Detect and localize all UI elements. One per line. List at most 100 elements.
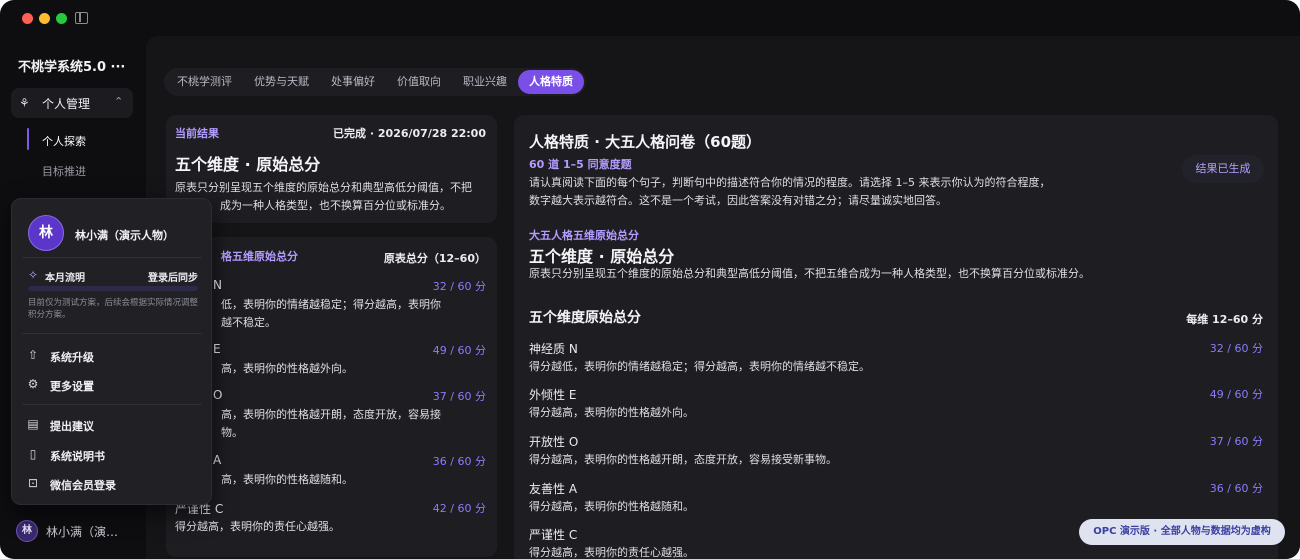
manual-icon: ▯	[29, 447, 37, 461]
maximize-window-button[interactable]	[56, 13, 67, 24]
dim-name: 友善性 A	[529, 482, 578, 496]
tab-strengths[interactable]: 优势与天赋	[243, 70, 320, 94]
divider	[22, 333, 202, 334]
feedback-icon: ▤	[27, 417, 39, 431]
section-desc: 原表只分别呈现五个维度的原始总分和典型高低分阈值，不把五维合成为一种人格类型，也…	[529, 267, 1090, 280]
dim-letter: O	[213, 388, 223, 402]
dim-score: 42 / 60 分	[432, 502, 486, 515]
dim-desc: 高，表明你的性格越开朗，态度开放，容易接	[221, 408, 441, 421]
lock-icon: ⊡	[27, 476, 39, 490]
user-name: 林小满（演…	[46, 525, 119, 539]
menu-item-wechat-login[interactable]: ⊡ 微信会员登录	[26, 474, 200, 496]
demo-badge: OPC 演示版 · 全部人物与数据均为虚构	[1079, 519, 1285, 545]
dim-desc: 高，表明你的性格越随和。	[221, 473, 353, 486]
scores-card: 格五维原始总分 原表总分（12–60） N 32 / 60 分 低，表明你的情绪…	[166, 237, 497, 557]
popover-user-name: 林小满（演示人物）	[75, 229, 174, 242]
avatar: 林	[28, 215, 64, 251]
dim-score: 49 / 60 分	[1209, 388, 1263, 401]
dim-desc: 得分越高，表明你的性格越外向。	[529, 406, 694, 419]
sidebar-toggle-icon[interactable]	[75, 12, 88, 24]
app-window: 不桃学系统5.0 ··· ⚘ 个人管理 ⌄ 个人探索 目标推进 林 林小满（演……	[0, 0, 1300, 559]
close-window-button[interactable]	[22, 13, 33, 24]
dim-letter: E	[213, 342, 221, 356]
dim-desc: 低，表明你的情绪越稳定；得分越高，表明你	[221, 298, 441, 311]
gear-icon: ⚙	[27, 377, 39, 391]
menu-item-label: 提出建议	[50, 420, 94, 433]
dim-score: 37 / 60 分	[432, 390, 486, 403]
chevron-up-icon: ⌄	[114, 94, 124, 107]
menu-item-label: 系统说明书	[50, 450, 105, 463]
section-title: 五个维度 · 原始总分	[529, 247, 675, 266]
dim-name: 神经质 N	[529, 342, 578, 356]
tab-bar: 不桃学测评 优势与天赋 处事偏好 价值取向 职业兴趣 人格特质	[164, 68, 586, 96]
tab-preferences[interactable]: 处事偏好	[320, 70, 386, 94]
main-content: 不桃学测评 优势与天赋 处事偏好 价值取向 职业兴趣 人格特质 当前结果 已完成…	[146, 36, 1300, 559]
dim-desc: 越不稳定。	[221, 316, 276, 329]
status-badge: 结果已生成	[1182, 155, 1264, 183]
dim-desc: 得分越高，表明你的性格越开朗，态度开放，容易接受新事物。	[529, 453, 837, 466]
tab-assessment[interactable]: 不桃学测评	[166, 70, 243, 94]
upgrade-arrow-icon: ⇧	[27, 348, 39, 362]
current-result-label: 当前结果	[175, 127, 219, 140]
scores-range: 原表总分（12–60）	[383, 252, 486, 265]
dim-score: 36 / 60 分	[1209, 482, 1263, 495]
current-result-card: 当前结果 已完成 · 2026/07/28 22:00 五个维度 · 原始总分 …	[166, 115, 497, 223]
dim-letter: N	[213, 278, 222, 292]
flow-progress-bar	[28, 286, 198, 291]
title-bar	[0, 0, 1300, 36]
tab-career[interactable]: 职业兴趣	[452, 70, 518, 94]
avatar: 林	[16, 520, 38, 542]
menu-item-manual[interactable]: ▯ 系统说明书	[26, 445, 200, 467]
divider	[22, 404, 202, 405]
dim-name: 外倾性 E	[529, 388, 577, 402]
questionnaire-card: 人格特质 · 大五人格问卷（60题） 60 道 1–5 同意度题 结果已生成 请…	[514, 115, 1278, 559]
flow-note: 目前仅为测试方案，后续会根据实际情况调整积分方案。	[28, 298, 199, 320]
dim-name: 严谨性 C	[529, 528, 578, 542]
sidebar-item-goals[interactable]: 目标推进	[42, 163, 86, 179]
flow-label: 本月流明	[45, 273, 85, 284]
account-popover: 林 林小满（演示人物） ✧ 本月流明 登录后同步 目前仅为测试方案，后续会根据实…	[11, 198, 212, 505]
completion-status: 已完成 · 2026/07/28 22:00	[333, 127, 486, 140]
dim-letter: A	[213, 453, 222, 467]
dim-desc: 物。	[221, 426, 243, 439]
minimize-window-button[interactable]	[39, 13, 50, 24]
dim-desc: 得分越高，表明你的性格越随和。	[529, 500, 694, 513]
tab-personality[interactable]: 人格特质	[518, 70, 584, 94]
sprout-icon: ⚘	[19, 96, 30, 110]
section-label: 大五人格五维原始总分	[529, 229, 639, 242]
dim-desc: 得分越高，表明你的责任心越强。	[175, 520, 340, 533]
active-indicator	[27, 128, 29, 150]
result-desc-1: 原表只分别呈现五个维度的原始总分和典型高低分阈值，不把	[175, 181, 472, 194]
menu-item-settings[interactable]: ⚙ 更多设置	[26, 375, 200, 397]
sync-status: 登录后同步	[148, 273, 198, 284]
intro-line-1: 请认真阅读下面的每个句子，判断句中的描述符合你的情况的程度。请选择 1–5 来表…	[529, 176, 1051, 189]
questionnaire-title: 人格特质 · 大五人格问卷（60题）	[529, 133, 762, 151]
sidebar-group-personal[interactable]: ⚘ 个人管理 ⌄	[11, 88, 133, 118]
dim-desc: 得分越低，表明你的情绪越稳定；得分越高，表明你的情绪越不稳定。	[529, 360, 870, 373]
questionnaire-subtitle: 60 道 1–5 同意度题	[529, 158, 632, 171]
dim-score: 36 / 60 分	[432, 455, 486, 468]
dim-score: 32 / 60 分	[1209, 342, 1263, 355]
menu-item-label: 更多设置	[50, 380, 94, 393]
dim-name: 开放性 O	[529, 435, 579, 449]
result-desc-2: 成为一种人格类型，也不换算百分位或标准分。	[220, 199, 451, 212]
dim-score: 37 / 60 分	[1209, 435, 1263, 448]
result-title: 五个维度 · 原始总分	[175, 155, 321, 174]
app-title[interactable]: 不桃学系统5.0 ···	[18, 56, 125, 75]
scores-range: 每维 12–60 分	[1186, 313, 1263, 326]
scores-title: 五个维度原始总分	[529, 310, 641, 326]
menu-item-upgrade[interactable]: ⇧ 系统升级	[26, 346, 200, 368]
menu-item-feedback[interactable]: ▤ 提出建议	[26, 415, 200, 437]
sparkle-icon: ✧	[28, 268, 39, 282]
sidebar-item-explore[interactable]: 个人探索	[42, 133, 86, 149]
dim-score: 49 / 60 分	[432, 344, 486, 357]
scores-card-label: 格五维原始总分	[221, 250, 298, 263]
divider	[22, 257, 202, 258]
menu-item-label: 系统升级	[50, 351, 94, 364]
dim-score: 32 / 60 分	[432, 280, 486, 293]
intro-line-2: 数字越大表示越符合。这不是一个考试，因此答案没有对错之分；请尽量诚实地回答。	[529, 194, 947, 207]
sidebar-group-label: 个人管理	[42, 97, 91, 111]
dim-desc: 得分越高，表明你的责任心越强。	[529, 546, 694, 559]
dim-desc: 高，表明你的性格越外向。	[221, 362, 353, 375]
tab-values[interactable]: 价值取向	[386, 70, 452, 94]
